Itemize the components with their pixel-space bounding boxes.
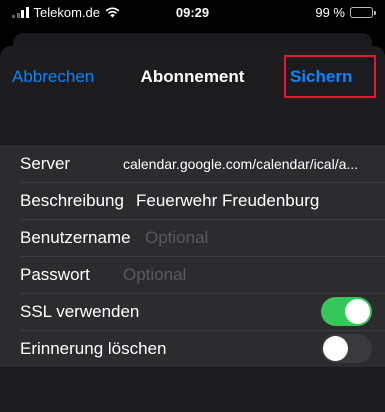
navigation-bar: Abbrechen Abonnement Sichern: [0, 46, 385, 109]
username-row[interactable]: Benutzername: [0, 219, 385, 256]
battery-icon: [350, 7, 376, 18]
subscription-sheet: Abbrechen Abonnement Sichern Server cale…: [0, 46, 385, 412]
ssl-toggle[interactable]: [321, 297, 372, 326]
remove-alarms-toggle-knob: [323, 336, 348, 361]
server-field[interactable]: calendar.google.com/calendar/ical/a...: [123, 156, 358, 172]
remove-alarms-label: Erinnerung löschen: [20, 338, 167, 358]
description-row[interactable]: Beschreibung Feuerwehr Freudenburg: [0, 182, 385, 219]
ssl-label: SSL verwenden: [20, 301, 140, 321]
server-label: Server: [20, 153, 71, 173]
description-label: Beschreibung: [20, 190, 124, 210]
cancel-button[interactable]: Abbrechen: [12, 67, 94, 87]
password-label: Passwort: [20, 264, 90, 284]
password-row[interactable]: Passwort: [0, 256, 385, 293]
remove-alarms-row: Erinnerung löschen: [0, 330, 385, 367]
username-field[interactable]: [145, 227, 365, 248]
save-button[interactable]: Sichern: [290, 67, 352, 87]
battery-status: 99 %: [315, 5, 376, 20]
subscription-form: Server calendar.google.com/calendar/ical…: [0, 145, 385, 367]
ssl-toggle-knob: [345, 299, 370, 324]
status-bar: Telekom.de 09:29 99 %: [0, 0, 385, 26]
password-field[interactable]: [123, 264, 363, 285]
remove-alarms-toggle[interactable]: [321, 334, 372, 363]
battery-percent: 99 %: [315, 5, 345, 20]
ssl-row: SSL verwenden: [0, 293, 385, 330]
description-field[interactable]: Feuerwehr Freudenburg: [136, 191, 319, 211]
server-row[interactable]: Server calendar.google.com/calendar/ical…: [0, 145, 385, 182]
username-label: Benutzername: [20, 227, 131, 247]
